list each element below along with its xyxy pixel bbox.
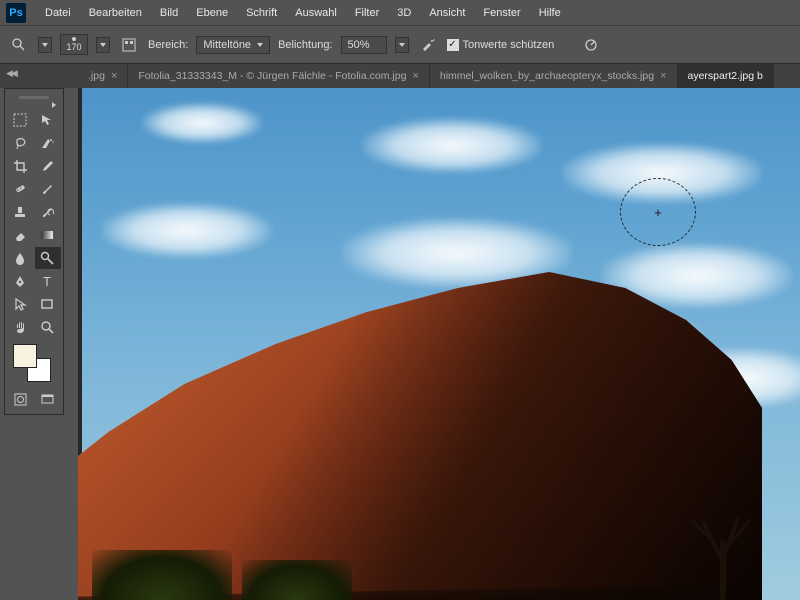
history-brush-tool[interactable] — [35, 201, 61, 223]
close-icon[interactable]: × — [660, 70, 666, 82]
menu-bar: Ps Datei Bearbeiten Bild Ebene Schrift A… — [0, 0, 800, 26]
image-vegetation — [92, 550, 232, 600]
range-select[interactable]: Mitteltöne — [196, 36, 270, 54]
tab-label: himmel_wolken_by_archaeopteryx_stocks.jp… — [440, 70, 654, 82]
menu-file[interactable]: Datei — [36, 3, 80, 23]
tools-collapse-icon[interactable] — [7, 103, 61, 107]
marquee-tool[interactable] — [7, 109, 33, 131]
crop-tool[interactable] — [7, 155, 33, 177]
document-tab[interactable]: ayerspart2.jpg b — [678, 64, 774, 88]
menu-image[interactable]: Bild — [151, 3, 187, 23]
brush-tool[interactable] — [35, 178, 61, 200]
tool-preset-icon[interactable] — [8, 34, 30, 56]
menu-view[interactable]: Ansicht — [420, 3, 474, 23]
image-vegetation — [242, 560, 352, 600]
image-cloud — [562, 143, 762, 203]
chevron-down-icon — [257, 43, 263, 47]
app-logo: Ps — [6, 3, 26, 23]
dodge-tool[interactable] — [35, 247, 61, 269]
menu-window[interactable]: Fenster — [474, 3, 529, 23]
canvas-area: + — [78, 88, 800, 600]
close-icon[interactable]: × — [111, 70, 117, 82]
document-tab-strip: .jpg × Fotolia_31333343_M - © Jürgen Fäl… — [0, 64, 800, 88]
shape-tool[interactable] — [35, 293, 61, 315]
healing-tool[interactable] — [7, 178, 33, 200]
image-cloud — [142, 103, 262, 143]
brush-panel-icon[interactable] — [118, 34, 140, 56]
type-tool[interactable]: T — [35, 270, 61, 292]
menu-help[interactable]: Hilfe — [530, 3, 570, 23]
exposure-value: 50% — [348, 39, 370, 51]
brush-size-picker[interactable]: 170 — [60, 34, 88, 55]
color-swatches — [7, 342, 61, 386]
tab-label: Fotolia_31333343_M - © Jürgen Fälchle - … — [138, 70, 406, 82]
brush-dot-icon — [72, 37, 76, 41]
tool-preset-dropdown[interactable] — [38, 37, 52, 53]
brush-size-dropdown[interactable] — [96, 37, 110, 53]
stamp-tool[interactable] — [7, 201, 33, 223]
tools-panel: T — [4, 88, 64, 415]
document-tab[interactable]: .jpg × — [78, 64, 128, 88]
exposure-label: Belichtung: — [278, 39, 332, 51]
pen-tool[interactable] — [7, 270, 33, 292]
menu-layer[interactable]: Ebene — [187, 3, 237, 23]
check-icon: ✓ — [447, 39, 459, 51]
brush-size-value: 170 — [66, 42, 81, 52]
blur-tool[interactable] — [7, 247, 33, 269]
airbrush-icon[interactable] — [417, 34, 439, 56]
exposure-dropdown[interactable] — [395, 37, 409, 53]
options-bar: 170 Bereich: Mitteltöne Belichtung: 50% … — [0, 26, 800, 64]
menu-edit[interactable]: Bearbeiten — [80, 3, 151, 23]
protect-tones-checkbox[interactable]: ✓ Tonwerte schützen — [447, 39, 555, 51]
image-rock — [78, 240, 762, 600]
expand-dock-icon[interactable]: ◀◀ — [6, 68, 16, 79]
eraser-tool[interactable] — [7, 224, 33, 246]
menu-filter[interactable]: Filter — [346, 3, 388, 23]
range-label: Bereich: — [148, 39, 188, 51]
image-tree — [690, 490, 760, 600]
protect-tones-label: Tonwerte schützen — [463, 39, 555, 51]
gradient-tool[interactable] — [35, 224, 61, 246]
eyedropper-tool[interactable] — [35, 155, 61, 177]
menu-3d[interactable]: 3D — [388, 3, 420, 23]
close-icon[interactable]: × — [412, 70, 418, 82]
lasso-tool[interactable] — [7, 132, 33, 154]
path-select-tool[interactable] — [7, 293, 33, 315]
menu-select[interactable]: Auswahl — [286, 3, 346, 23]
quickmask-tool[interactable] — [7, 388, 33, 410]
hand-tool[interactable] — [7, 316, 33, 338]
tab-label: ayerspart2.jpg b — [688, 70, 763, 82]
document-canvas[interactable]: + — [82, 88, 800, 600]
pressure-icon[interactable] — [580, 34, 602, 56]
foreground-color[interactable] — [13, 344, 37, 368]
quick-select-tool[interactable] — [35, 132, 61, 154]
zoom-tool[interactable] — [35, 316, 61, 338]
document-tab[interactable]: Fotolia_31333343_M - © Jürgen Fälchle - … — [128, 64, 429, 88]
tab-label: .jpg — [88, 70, 105, 82]
document-tab[interactable]: himmel_wolken_by_archaeopteryx_stocks.jp… — [430, 64, 678, 88]
svg-text:T: T — [43, 274, 51, 289]
move-tool[interactable] — [35, 109, 61, 131]
menu-type[interactable]: Schrift — [237, 3, 286, 23]
range-value: Mitteltöne — [203, 39, 251, 51]
exposure-value-box[interactable]: 50% — [341, 36, 387, 54]
screenmode-tool[interactable] — [35, 388, 61, 410]
image-cloud — [362, 118, 542, 173]
panel-grip[interactable] — [7, 93, 61, 101]
